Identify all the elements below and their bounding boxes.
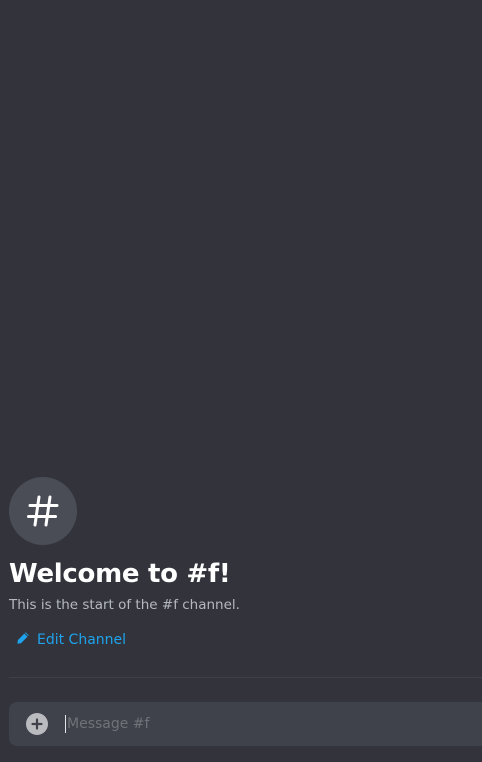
hash-icon (25, 493, 61, 529)
welcome-subtitle: This is the start of the #f channel. (9, 597, 240, 613)
divider (9, 677, 482, 678)
edit-channel-button[interactable]: Edit Channel (16, 630, 126, 649)
channel-avatar (9, 477, 77, 545)
message-input[interactable] (65, 715, 482, 733)
channel-welcome: Welcome to #f! This is the start of the … (9, 477, 482, 649)
message-composer (9, 702, 482, 746)
add-attachment-button[interactable] (26, 713, 48, 735)
welcome-title: Welcome to #f! (9, 559, 231, 589)
pencil-icon (16, 630, 30, 649)
edit-channel-label: Edit Channel (37, 631, 127, 648)
plus-icon (31, 715, 43, 734)
chat-area: Welcome to #f! This is the start of the … (0, 0, 482, 762)
